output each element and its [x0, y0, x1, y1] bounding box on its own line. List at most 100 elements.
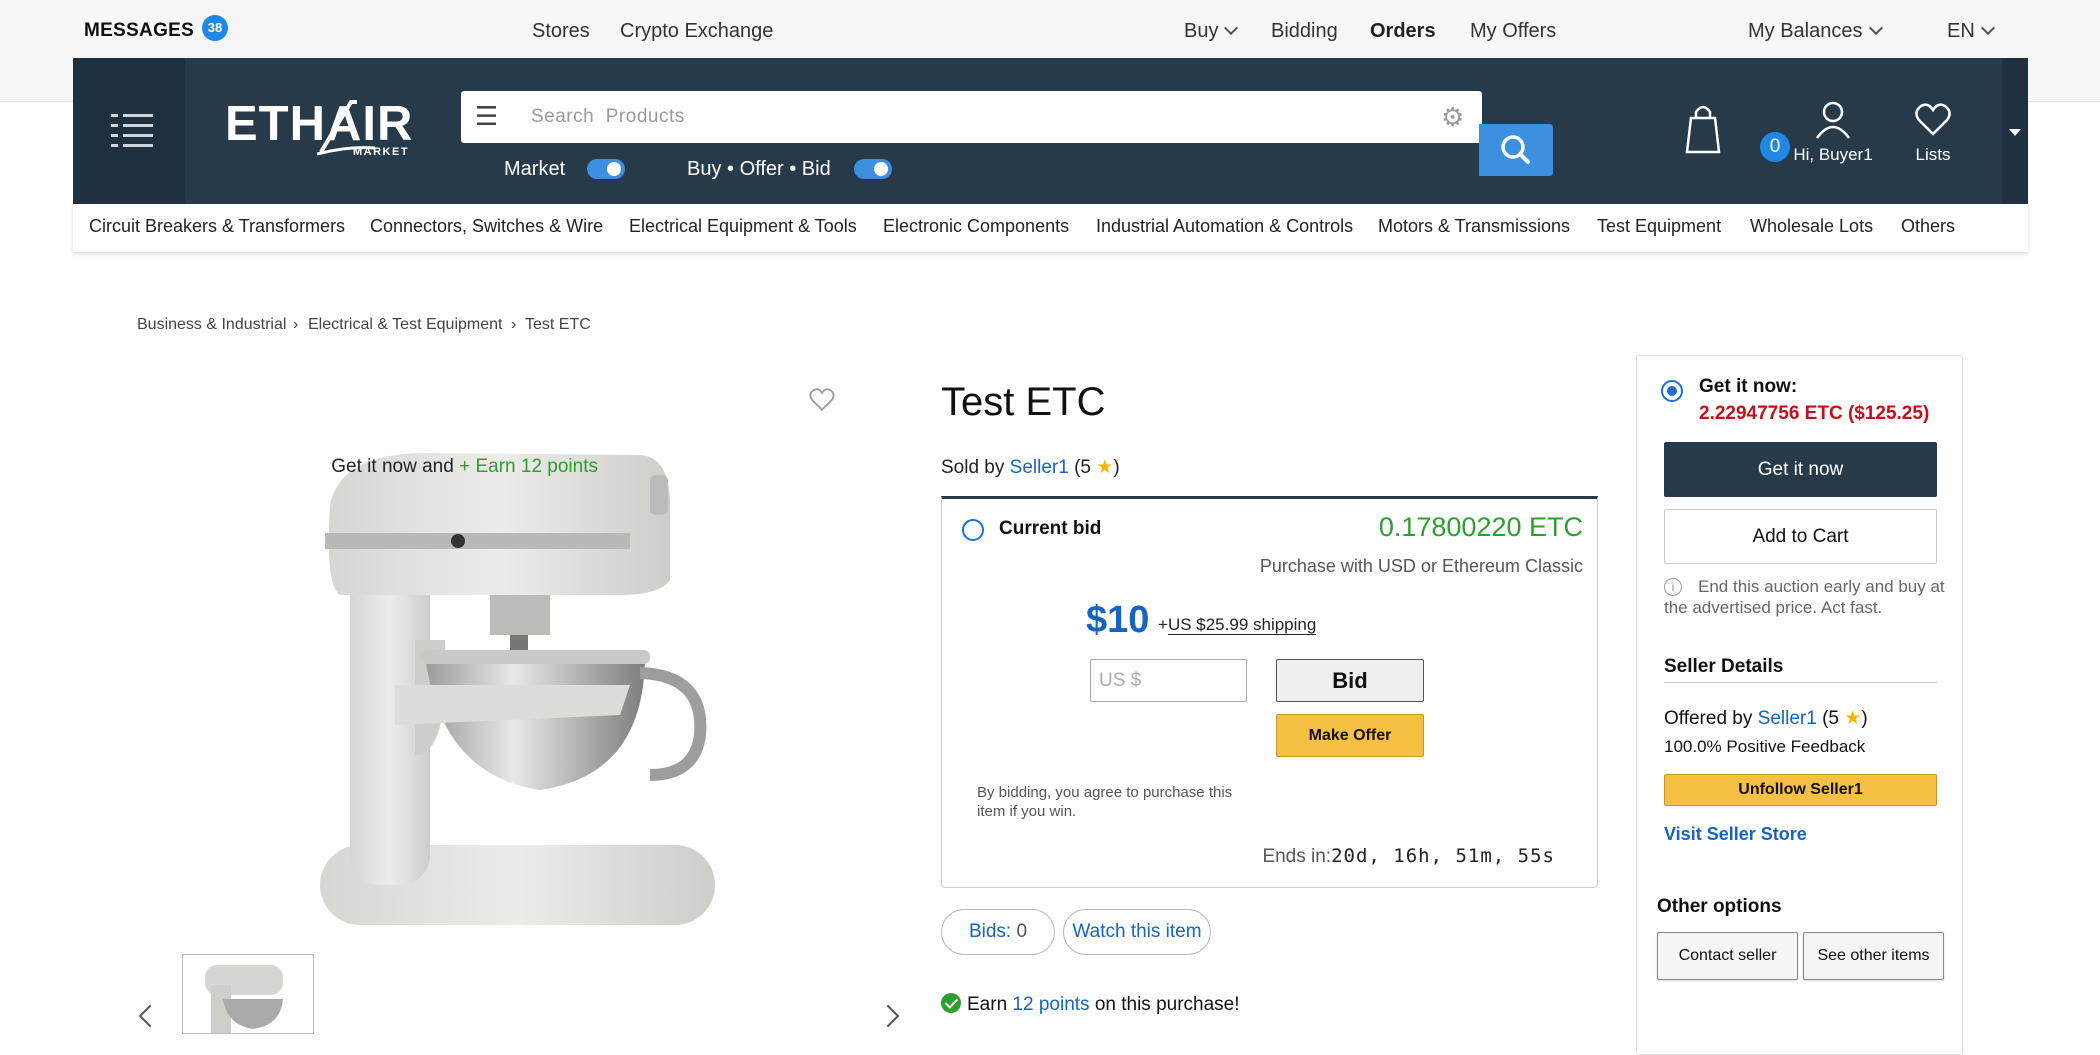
- earn-purchase-line: Earn 12 points on this purchase!: [941, 990, 1240, 1016]
- product-image: [320, 453, 715, 925]
- search-bar: ☰ ⚙: [461, 91, 1553, 176]
- bid-amount-input[interactable]: [1090, 659, 1247, 702]
- buy-label: Buy: [1184, 20, 1219, 42]
- chevron-down-icon: [1868, 20, 1883, 36]
- messages-count-badge: 38: [202, 15, 228, 41]
- search-icon: [1501, 135, 1530, 164]
- bids-count-pill[interactable]: Bids: 0: [941, 909, 1055, 955]
- getit-prefix: Get it now and: [331, 456, 454, 477]
- crypto-exchange-link[interactable]: Crypto Exchange: [620, 20, 773, 43]
- other-options-heading: Other options: [1657, 896, 1782, 917]
- seller-link[interactable]: Seller1: [1010, 457, 1069, 478]
- heart-icon: [1915, 103, 1951, 136]
- get-it-now-radio[interactable]: [1661, 380, 1683, 402]
- user-icon: [1815, 101, 1851, 139]
- buy-offer-bid-toggle[interactable]: [854, 159, 892, 179]
- thumbnail-image: [205, 965, 283, 1033]
- bid-button[interactable]: Bid: [1276, 659, 1424, 702]
- bids-count: 0: [1016, 921, 1028, 942]
- language-label: EN: [1947, 20, 1975, 42]
- offered-prefix: Offered by: [1664, 708, 1753, 729]
- buy-menu[interactable]: Buy: [1184, 20, 1239, 43]
- panel-seller-rating: 5: [1828, 708, 1839, 729]
- contact-seller-button[interactable]: Contact seller: [1657, 932, 1798, 980]
- category-wholesale-lots[interactable]: Wholesale Lots: [1750, 216, 1873, 237]
- current-bid-radio[interactable]: [962, 519, 984, 541]
- my-offers-link[interactable]: My Offers: [1470, 20, 1556, 43]
- category-test-equipment[interactable]: Test Equipment: [1597, 216, 1721, 237]
- image-prev-arrow[interactable]: [138, 1004, 162, 1028]
- hamburger-button[interactable]: [73, 58, 185, 204]
- current-bid-label: Current bid: [999, 518, 1102, 539]
- offered-by: Offered by Seller1 (5 ★): [1664, 708, 1868, 729]
- star-icon: ★: [1844, 708, 1862, 729]
- caret-down-icon[interactable]: [2002, 58, 2028, 204]
- category-others[interactable]: Others: [1901, 216, 1955, 237]
- bid-agreement-text: By bidding, you agree to purchase this i…: [977, 784, 1233, 820]
- lists-label: Lists: [1915, 145, 1951, 164]
- watch-item-button[interactable]: Watch this item: [1063, 909, 1211, 955]
- current-bid-etc: 0.17800220 ETC: [1378, 512, 1583, 542]
- shipping-cost[interactable]: +US $25.99 shipping: [1158, 615, 1317, 635]
- bid-box: Current bid 0.17800220 ETC Purchase with…: [941, 496, 1598, 888]
- bids-label: Bids:: [968, 921, 1012, 942]
- market-toggle[interactable]: [587, 159, 625, 179]
- buy-panel: Get it now: 2.22947756 ETC ($125.25) Get…: [1636, 355, 1963, 1055]
- site-logo[interactable]: ETHAIR MARKET: [225, 96, 435, 158]
- account-button[interactable]: Hi, Buyer1: [1773, 100, 1893, 165]
- bidding-link[interactable]: Bidding: [1271, 20, 1338, 43]
- my-balances-menu[interactable]: My Balances: [1748, 20, 1883, 43]
- market-toggle-label: Market: [504, 158, 566, 180]
- seller-details-heading: Seller Details: [1664, 656, 1937, 683]
- product-thumbnail[interactable]: [182, 954, 314, 1034]
- ends-label: Ends in:: [1262, 846, 1332, 867]
- search-button[interactable]: [1479, 124, 1553, 176]
- end-early-text: End this auction early and buy at the ad…: [1664, 577, 1945, 617]
- logo-sub-text: MARKET: [353, 146, 410, 158]
- category-connectors[interactable]: Connectors, Switches & Wire: [370, 216, 603, 237]
- breadcrumb-separator: ›: [511, 316, 517, 333]
- unfollow-seller-button[interactable]: Unfollow Seller1: [1664, 774, 1937, 806]
- category-bar: Circuit Breakers & Transformers Connecto…: [73, 204, 2028, 252]
- ends-countdown: 20d, 16h, 51m, 55s: [1331, 845, 1555, 867]
- make-offer-button[interactable]: Make Offer: [1276, 714, 1424, 757]
- messages-link[interactable]: MESSAGES: [84, 20, 194, 42]
- buy-offer-bid-toggle-label: Buy • Offer • Bid: [687, 158, 831, 180]
- earn-points-link[interactable]: 12 points: [1012, 994, 1089, 1015]
- add-to-cart-button[interactable]: Add to Cart: [1664, 509, 1937, 564]
- category-motors[interactable]: Motors & Transmissions: [1378, 216, 1570, 237]
- get-it-now-price: 2.22947756 ETC ($125.25): [1699, 403, 1930, 424]
- breadcrumb-business-industrial[interactable]: Business & Industrial: [137, 316, 286, 334]
- lists-button[interactable]: Lists: [1903, 100, 1963, 165]
- shipping-text: US $25.99 shipping: [1167, 615, 1317, 635]
- breadcrumb-current: Test ETC: [525, 316, 591, 333]
- orders-link[interactable]: Orders: [1370, 20, 1436, 43]
- panel-seller-link[interactable]: Seller1: [1758, 708, 1817, 729]
- favorite-heart-icon[interactable]: [808, 386, 836, 414]
- earn-points: + Earn 12 points: [459, 456, 598, 477]
- seller-rating: 5: [1080, 457, 1091, 478]
- star-icon: ★: [1096, 457, 1114, 478]
- category-circuit-breakers[interactable]: Circuit Breakers & Transformers: [89, 216, 345, 237]
- gear-icon[interactable]: ⚙: [1441, 103, 1464, 131]
- search-input[interactable]: [531, 91, 1411, 143]
- account-label: Hi, Buyer1: [1793, 145, 1873, 164]
- image-next-arrow[interactable]: [876, 1004, 900, 1028]
- language-menu[interactable]: EN: [1947, 20, 1995, 43]
- get-it-now-label: Get it now:: [1699, 376, 1798, 397]
- sold-by-prefix: Sold by: [941, 457, 1005, 478]
- category-electrical-equipment[interactable]: Electrical Equipment & Tools: [629, 216, 857, 237]
- stores-link[interactable]: Stores: [532, 20, 590, 43]
- see-other-items-button[interactable]: See other items: [1803, 932, 1944, 980]
- category-electronic-components[interactable]: Electronic Components: [883, 216, 1069, 237]
- category-industrial-automation[interactable]: Industrial Automation & Controls: [1096, 216, 1353, 237]
- breadcrumb-electrical-test[interactable]: Electrical & Test Equipment: [308, 316, 502, 334]
- menu-icon[interactable]: ☰: [475, 103, 498, 129]
- earn-prefix: Earn: [967, 994, 1008, 1015]
- get-it-now-button[interactable]: Get it now: [1664, 442, 1937, 497]
- visit-seller-store-link[interactable]: Visit Seller Store: [1664, 824, 1807, 845]
- positive-feedback: 100.0% Positive Feedback: [1664, 737, 1866, 756]
- auction-ends: Ends in:20d, 16h, 51m, 55s: [1262, 845, 1555, 868]
- my-balances-label: My Balances: [1748, 20, 1863, 42]
- chevron-down-icon: [1224, 20, 1239, 36]
